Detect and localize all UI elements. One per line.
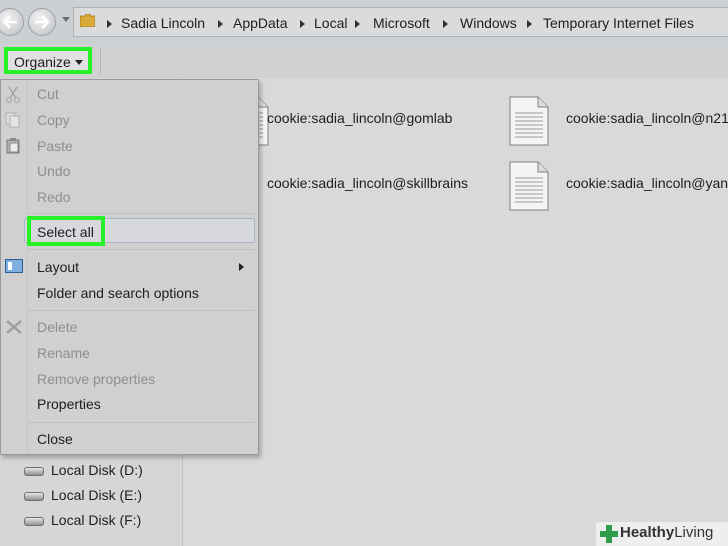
copy-icon (5, 112, 20, 128)
menu-item-folder-search-options[interactable]: Folder and search options (37, 285, 199, 301)
text-document-icon (509, 161, 549, 211)
menu-item-layout[interactable]: Layout (37, 259, 79, 275)
hard-drive-icon (24, 467, 44, 476)
organize-label: Organize (14, 54, 71, 70)
delete-x-icon (6, 320, 22, 334)
scissors-icon (6, 86, 20, 103)
toolbar-divider (100, 48, 101, 74)
hard-drive-icon (24, 492, 44, 501)
breadcrumb-separator-icon[interactable] (443, 20, 448, 28)
watermark-text: HealthyLiving (620, 524, 713, 541)
back-arrow-icon (2, 15, 17, 29)
address-bar-area: Sadia Lincoln AppData Local Microsoft Wi… (0, 0, 728, 44)
back-button[interactable] (0, 8, 24, 36)
menu-item-undo[interactable]: Undo (37, 163, 70, 179)
file-list: cookie:sadia_lincoln@gomlab cookie:sadia… (183, 78, 728, 546)
folder-icon (80, 14, 95, 27)
organize-menu: Cut Copy Paste Undo Redo Select all Layo… (0, 79, 259, 455)
select-all-highlight (27, 216, 105, 246)
medical-cross-logo-icon (600, 525, 618, 543)
breadcrumb-item[interactable]: Windows (460, 15, 517, 31)
file-name: cookie:sadia_lincoln@gomlab (267, 110, 453, 126)
menu-separator (29, 310, 255, 311)
breadcrumb-separator-icon[interactable] (107, 20, 112, 28)
paste-icon (6, 138, 20, 154)
healthy-living-watermark: HealthyLiving (596, 522, 728, 546)
watermark-brand-bold: Healthy (620, 524, 675, 541)
breadcrumb-separator-icon[interactable] (355, 20, 360, 28)
breadcrumb-item[interactable]: Temporary Internet Files (543, 15, 694, 31)
menu-item-delete[interactable]: Delete (37, 319, 77, 335)
menu-item-close[interactable]: Close (37, 431, 73, 447)
breadcrumb-item[interactable]: Microsoft (373, 15, 430, 31)
menu-separator (29, 213, 255, 214)
forward-arrow-icon (35, 15, 50, 29)
breadcrumb-separator-icon[interactable] (527, 20, 532, 28)
menu-separator (29, 422, 255, 423)
drive-label: Local Disk (F:) (51, 512, 142, 528)
command-bar (0, 44, 728, 79)
text-document-icon (509, 96, 549, 146)
menu-item-rename[interactable]: Rename (37, 345, 90, 361)
breadcrumb-item[interactable]: Sadia Lincoln (121, 15, 205, 31)
address-box[interactable]: Sadia Lincoln AppData Local Microsoft Wi… (73, 7, 728, 37)
breadcrumb-item[interactable]: Local (314, 15, 347, 31)
menu-item-properties[interactable]: Properties (37, 396, 101, 412)
menu-item-remove-properties[interactable]: Remove properties (37, 371, 155, 387)
menu-item-paste[interactable]: Paste (37, 138, 73, 154)
breadcrumb-separator-icon[interactable] (218, 20, 223, 28)
layout-icon (5, 259, 23, 273)
organize-button[interactable]: Organize (4, 47, 92, 74)
file-name: cookie:sadia_lincoln@n214 (566, 110, 728, 126)
menu-separator (29, 249, 255, 250)
menu-item-redo[interactable]: Redo (37, 189, 70, 205)
hard-drive-icon (24, 517, 44, 526)
menu-item-copy[interactable]: Copy (37, 112, 70, 128)
recent-pages-chevron-icon[interactable] (62, 17, 70, 22)
watermark-brand-light: Living (674, 524, 714, 541)
file-name: cookie:sadia_lincoln@yanc (566, 175, 728, 191)
menu-item-cut[interactable]: Cut (37, 86, 59, 102)
menu-icon-gutter (27, 80, 28, 454)
submenu-arrow-icon (239, 263, 244, 271)
breadcrumb-item[interactable]: AppData (233, 15, 287, 31)
file-name: cookie:sadia_lincoln@skillbrains (267, 175, 468, 191)
chevron-down-icon (75, 60, 83, 65)
drive-label: Local Disk (D:) (51, 462, 143, 478)
forward-button[interactable] (28, 8, 56, 36)
breadcrumb-separator-icon[interactable] (300, 20, 305, 28)
drive-label: Local Disk (E:) (51, 487, 143, 503)
